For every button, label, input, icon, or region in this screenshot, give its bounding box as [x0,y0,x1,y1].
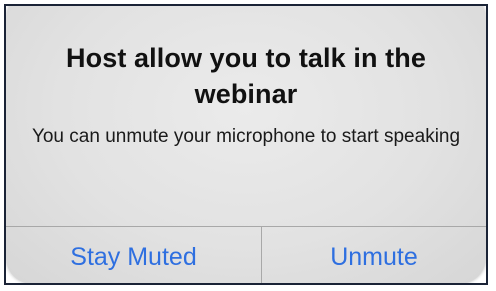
alert-dialog: Host allow you to talk in the webinar Yo… [6,6,486,283]
screenshot-frame: Host allow you to talk in the webinar Yo… [4,4,488,285]
unmute-button[interactable]: Unmute [262,227,486,283]
stay-muted-button[interactable]: Stay Muted [6,227,261,283]
dialog-title: Host allow you to talk in the webinar [66,43,426,109]
dialog-message: You can unmute your microphone to start … [31,126,461,147]
